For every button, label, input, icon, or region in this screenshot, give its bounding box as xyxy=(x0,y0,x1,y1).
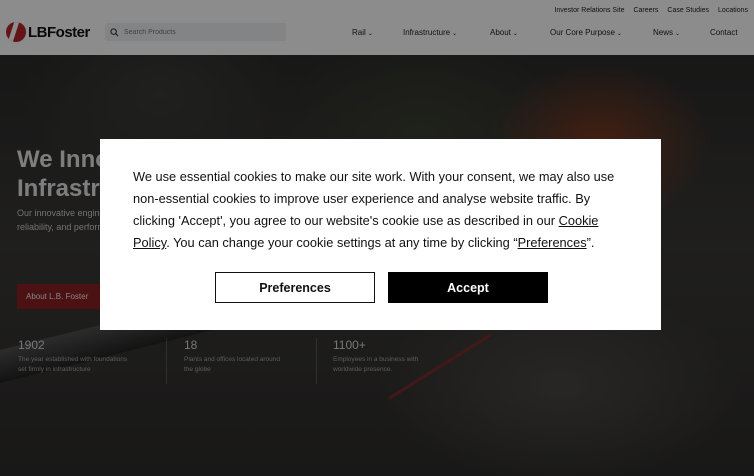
preferences-button[interactable]: Preferences xyxy=(215,272,375,303)
cookie-consent-dialog: We use essential cookies to make our sit… xyxy=(100,139,661,330)
accept-button[interactable]: Accept xyxy=(388,272,548,303)
cookie-text-part: ”. xyxy=(586,235,595,250)
preferences-link[interactable]: Preferences xyxy=(518,235,587,250)
cookie-text-part: . You can change your cookie settings at… xyxy=(166,235,518,250)
cookie-consent-text: We use essential cookies to make our sit… xyxy=(133,166,631,254)
cookie-text-part: We use essential cookies to make our sit… xyxy=(133,169,615,228)
